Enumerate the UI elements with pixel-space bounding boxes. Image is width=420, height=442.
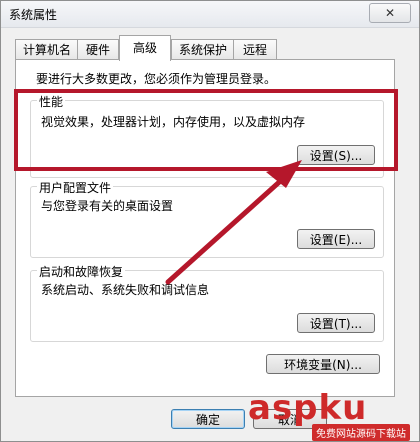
close-icon: ✕ [384,6,396,20]
startup-recovery-group-desc: 系统启动、系统失败和调试信息 [41,283,210,297]
admin-notice: 要进行大多数更改，您必须作为管理员登录。 [36,72,277,86]
tab-advanced[interactable]: 高级 [119,35,171,61]
performance-group: 性能 视觉效果，处理器计划，内存使用，以及虚拟内存 设置(S)... [30,93,384,178]
advanced-tab-panel: 要进行大多数更改，您必须作为管理员登录。 性能 视觉效果，处理器计划，内存使用，… [15,59,395,397]
title-bar: 系统属性 ✕ [1,1,419,28]
performance-group-desc: 视觉效果，处理器计划，内存使用，以及虚拟内存 [41,115,306,129]
performance-group-title: 性能 [37,93,66,110]
tab-hardware[interactable]: 硬件 [77,39,119,60]
tab-computer-name[interactable]: 计算机名 [15,39,79,60]
startup-recovery-settings-button[interactable]: 设置(T)... [297,313,375,333]
performance-settings-button[interactable]: 设置(S)... [297,145,375,165]
window-title: 系统属性 [9,8,58,22]
user-profiles-group: 用户配置文件 与您登录有关的桌面设置 设置(E)... [30,179,384,258]
close-button[interactable]: ✕ [369,3,411,23]
system-properties-window: 系统属性 ✕ 计算机名 硬件 高级 系统保护 远程 要进行大多数更改，您必须作为… [0,0,420,442]
watermark-main-text: aspku [248,388,368,428]
user-profiles-group-title: 用户配置文件 [37,179,114,196]
user-profiles-group-desc: 与您登录有关的桌面设置 [41,199,174,213]
tab-system-protection[interactable]: 系统保护 [171,39,235,60]
watermark-logo: aspku 免费网站源码下载站 [248,386,420,442]
tab-remote[interactable]: 远程 [233,39,277,60]
startup-recovery-group: 启动和故障恢复 系统启动、系统失败和调试信息 设置(T)... [30,263,384,342]
user-profiles-settings-button[interactable]: 设置(E)... [297,229,375,249]
watermark-sub-text: 免费网站源码下载站 [312,424,410,441]
environment-variables-button[interactable]: 环境变量(N)... [266,354,380,374]
startup-recovery-group-title: 启动和故障恢复 [37,263,126,280]
ok-button[interactable]: 确定 [171,409,245,429]
